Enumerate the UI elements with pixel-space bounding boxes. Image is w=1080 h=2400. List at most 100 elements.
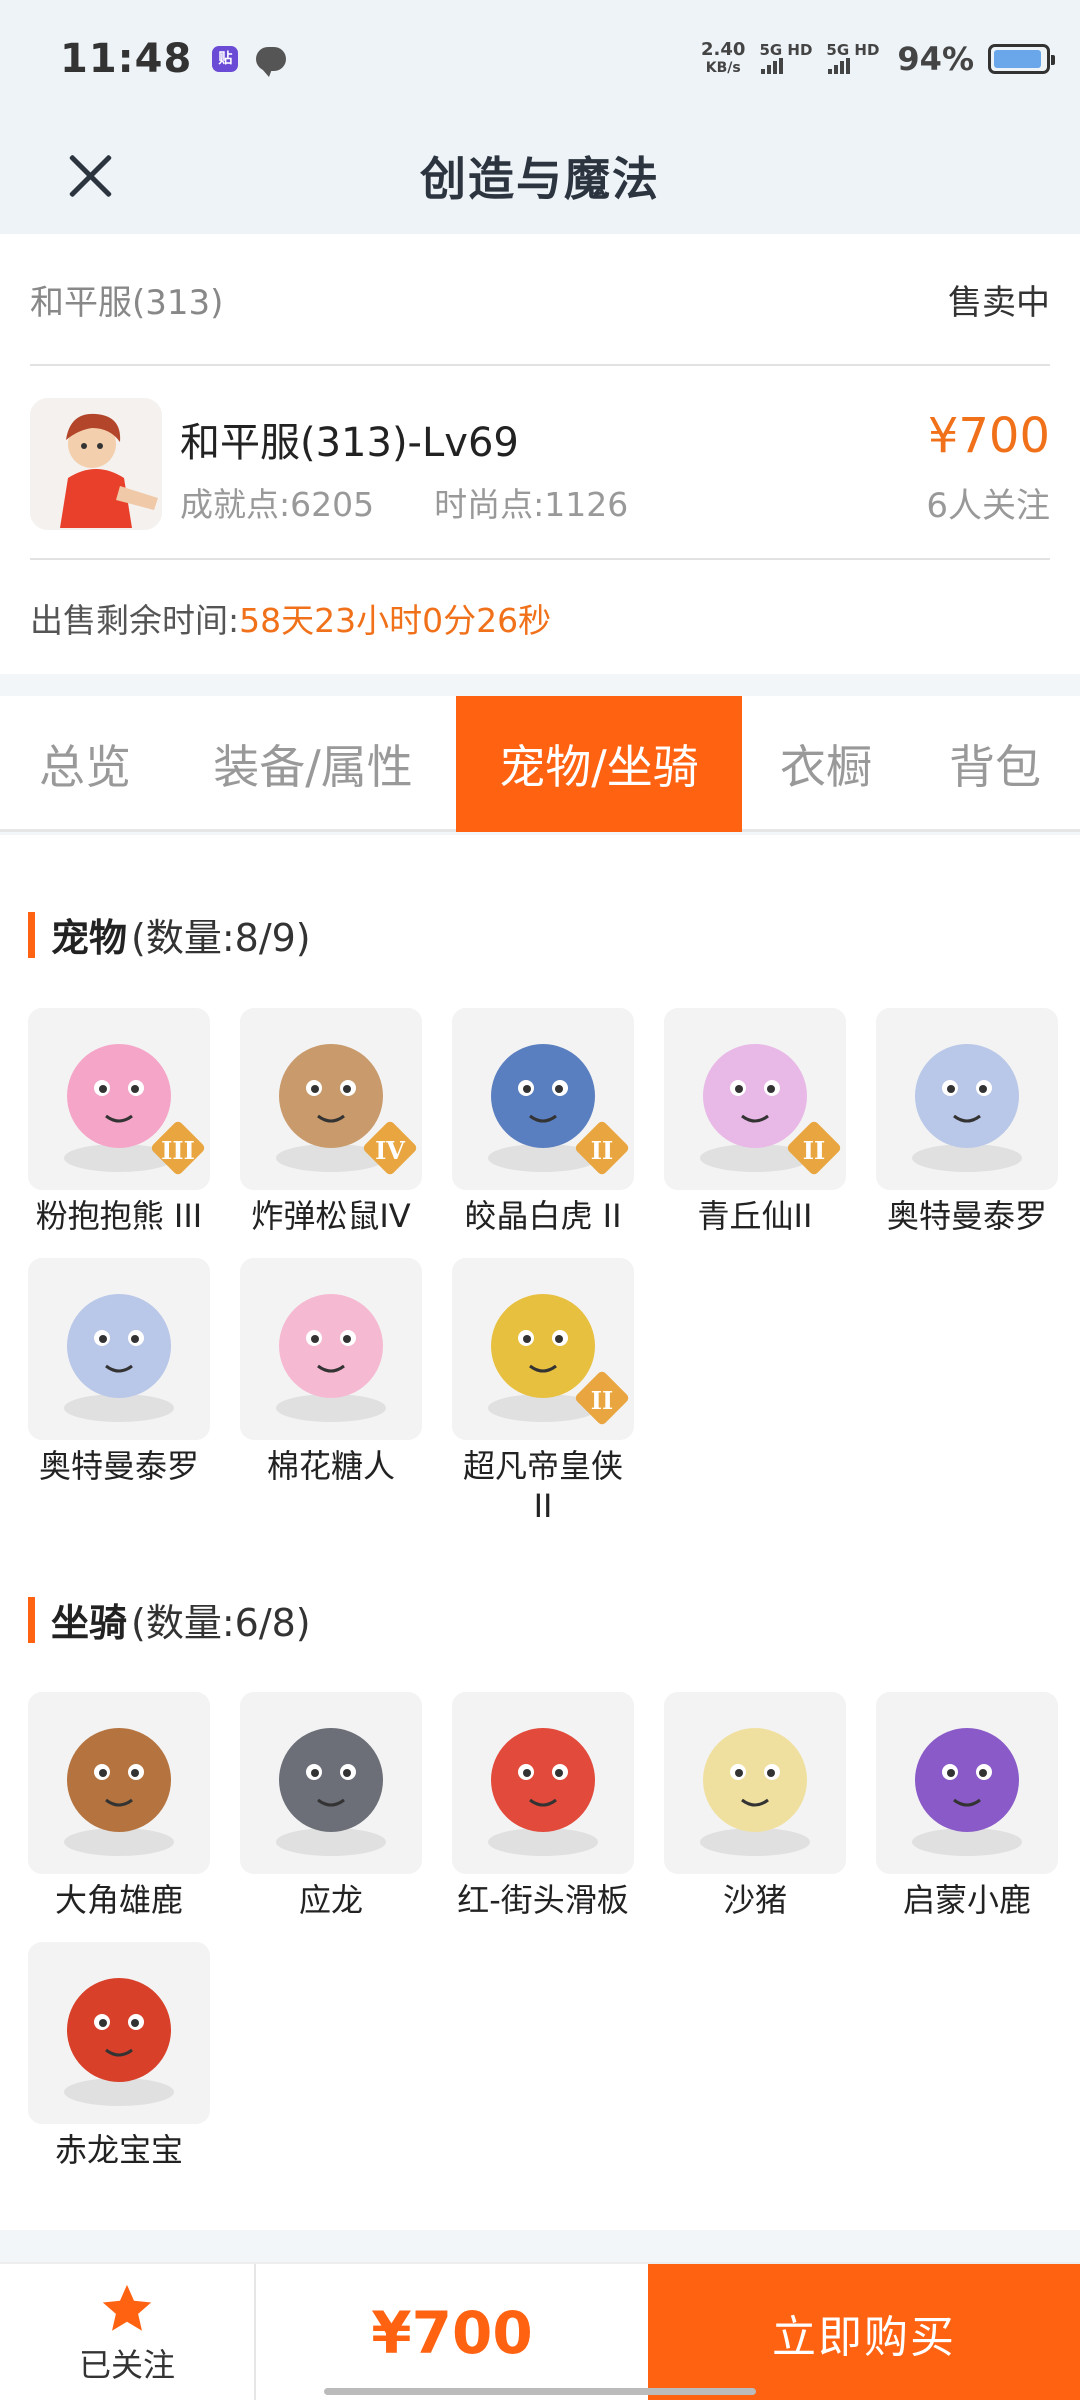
pet-item[interactable]: II 超凡帝皇侠 II (452, 1258, 634, 1526)
star-icon (102, 2284, 152, 2331)
mounts-section-title: 坐骑 (数量:6/8) (28, 1592, 311, 1647)
close-icon[interactable] (62, 148, 118, 204)
remaining-time: 出售剩余时间:58天23小时0分26秒 (30, 594, 551, 642)
battery-icon (988, 44, 1055, 74)
message-notification-icon (256, 47, 287, 77)
achievement-points: 成就点:6205 (180, 485, 375, 524)
ultraman-taro-icon (28, 1258, 210, 1440)
pet-item[interactable]: 奥特曼泰罗 (28, 1258, 210, 1486)
status-indicators: 2.40 KB/s 5G HD 5G HD 94% (701, 40, 1055, 78)
countdown: 58天23小时0分26秒 (239, 601, 552, 640)
svg-text:II: II (803, 1136, 825, 1165)
pet-item[interactable]: II 青丘仙II (664, 1008, 846, 1236)
buy-now-button[interactable]: 立即购买 (648, 2264, 1080, 2400)
sale-status: 售卖中 (948, 282, 1050, 323)
pet-item-name: 粉抱抱熊 III (35, 1197, 203, 1235)
pets-title: 宠物 (51, 916, 128, 960)
signal-1-label: 5G HD (759, 40, 813, 59)
sand-pig-icon (664, 1692, 846, 1874)
pets-section-title: 宠物 (数量:8/9) (28, 907, 311, 962)
app-notification-icon: 贴 (212, 46, 239, 72)
svg-text:II: II (591, 1136, 613, 1165)
mount-item[interactable]: 启蒙小鹿 (876, 1692, 1058, 1920)
tab-pets-mounts[interactable]: 宠物/坐骑 (456, 696, 742, 832)
follower-count: 6人关注 (926, 486, 1050, 526)
pet-item[interactable]: IV 炸弹松鼠IV (240, 1008, 422, 1236)
product-row[interactable]: 和平服(313)-Lv69 成就点:6205 时尚点:1126 ¥700 6人关… (30, 368, 1050, 560)
emperor-knight-icon: II (452, 1258, 634, 1440)
pet-item-name: 奥特曼泰罗 (38, 1447, 199, 1485)
skateboard-icon (452, 1692, 634, 1874)
mounts-count: (数量:6/8) (131, 1601, 311, 1645)
mount-item[interactable]: 红-街头滑板 (452, 1692, 634, 1920)
mount-item-name: 启蒙小鹿 (902, 1881, 1031, 1919)
stag-icon (28, 1692, 210, 1874)
bottom-bar: 已关注 ¥700 立即购买 (0, 2262, 1080, 2400)
pet-item[interactable]: III 粉抱抱熊 III (28, 1008, 210, 1236)
top-area: 11:48 贴 2.40 KB/s 5G HD 5G HD 94% 创造与魔法 (0, 0, 1080, 234)
tab-backpack[interactable]: 背包 (910, 696, 1080, 832)
baby-red-dragon-icon (28, 1942, 210, 2124)
signal-2-icon: 5G HD (826, 42, 879, 77)
ultraman-taro-icon (876, 1008, 1058, 1190)
network-speed-unit: KB/s (705, 60, 741, 76)
pets-grid: III 粉抱抱熊 III IV 炸弹松鼠IV II 皎晶白虎 II II 青丘仙II 奥特曼泰罗… (28, 1008, 1058, 1528)
fox-fairy-icon: II (664, 1008, 846, 1190)
section-marker (28, 911, 35, 958)
server-name: 和平服(313) (30, 282, 224, 323)
server-row: 和平服(313) 售卖中 (30, 234, 1050, 366)
tab-wardrobe[interactable]: 衣橱 (742, 696, 910, 832)
signal-1-icon: 5G HD (759, 42, 812, 77)
page-title: 创造与魔法 (420, 152, 660, 206)
price: ¥700 (927, 408, 1050, 464)
bottom-price: ¥700 (371, 2299, 533, 2367)
fashion-points: 时尚点:1126 (434, 485, 629, 524)
follow-button[interactable]: 已关注 (0, 2264, 256, 2400)
mount-item[interactable]: 应龙 (240, 1692, 422, 1920)
mount-item-name: 赤龙宝宝 (54, 2131, 183, 2169)
mounts-grid: 大角雄鹿 应龙 红-街头滑板 沙猪 启蒙小鹿赤龙宝宝 (28, 1692, 1058, 2212)
home-indicator[interactable] (324, 2388, 756, 2395)
pink-bear-icon: III (28, 1008, 210, 1190)
svg-text:III: III (161, 1136, 195, 1165)
status-time: 11:48 (60, 36, 193, 82)
pet-item-name: 棉花糖人 (266, 1447, 395, 1485)
pet-item-name: 青丘仙II (697, 1197, 813, 1235)
pet-item-name: 炸弹松鼠IV (251, 1197, 411, 1235)
status-bar: 11:48 贴 2.40 KB/s 5G HD 5G HD 94% (0, 0, 1080, 118)
character-avatar (30, 398, 162, 530)
tab-equipment[interactable]: 装备/属性 (170, 696, 456, 832)
mount-item-name: 大角雄鹿 (54, 1881, 183, 1919)
mounts-title: 坐骑 (51, 1601, 128, 1645)
svg-text:IV: IV (375, 1136, 405, 1165)
pet-item-name: 皎晶白虎 II (464, 1197, 622, 1235)
mount-item-name: 沙猪 (722, 1881, 787, 1919)
mount-item-name: 红-街头滑板 (457, 1881, 629, 1919)
tab-overview[interactable]: 总览 (0, 696, 170, 832)
mount-item-name: 应龙 (298, 1881, 363, 1919)
svg-text:II: II (591, 1386, 613, 1415)
tab-content: 宠物 (数量:8/9) III 粉抱抱熊 III IV 炸弹松鼠IV II 皎晶白虎 II… (0, 835, 1080, 2230)
follow-label: 已关注 (78, 2346, 175, 2384)
pet-item[interactable]: 棉花糖人 (240, 1258, 422, 1486)
white-tiger-icon: II (452, 1008, 634, 1190)
product-title: 和平服(313)-Lv69 (180, 420, 519, 466)
pet-item[interactable]: II 皎晶白虎 II (452, 1008, 634, 1236)
app-header: 创造与魔法 (0, 118, 1080, 234)
dragon-icon (240, 1692, 422, 1874)
product-stats: 成就点:6205 时尚点:1126 (180, 478, 628, 526)
pet-item[interactable]: 奥特曼泰罗 (876, 1008, 1058, 1236)
pet-item-name: 超凡帝皇侠 II (462, 1447, 623, 1525)
battery-percent: 94% (897, 40, 974, 78)
signal-2-label: 5G HD (826, 40, 880, 59)
network-speed-value: 2.40 (701, 39, 746, 60)
mount-item[interactable]: 赤龙宝宝 (28, 1942, 210, 2170)
mount-item[interactable]: 大角雄鹿 (28, 1692, 210, 1920)
mount-item[interactable]: 沙猪 (664, 1692, 846, 1920)
pets-count: (数量:8/9) (131, 916, 311, 960)
remaining-time-label: 出售剩余时间: (30, 601, 240, 640)
tab-bar: 总览 装备/属性 宠物/坐骑 衣橱 背包 (0, 696, 1080, 832)
bomb-squirrel-icon: IV (240, 1008, 422, 1190)
network-speed: 2.40 KB/s (701, 41, 745, 77)
listing-card: 和平服(313) 售卖中 和平服(313)-Lv69 成就点:6205 时尚点:… (0, 234, 1080, 674)
